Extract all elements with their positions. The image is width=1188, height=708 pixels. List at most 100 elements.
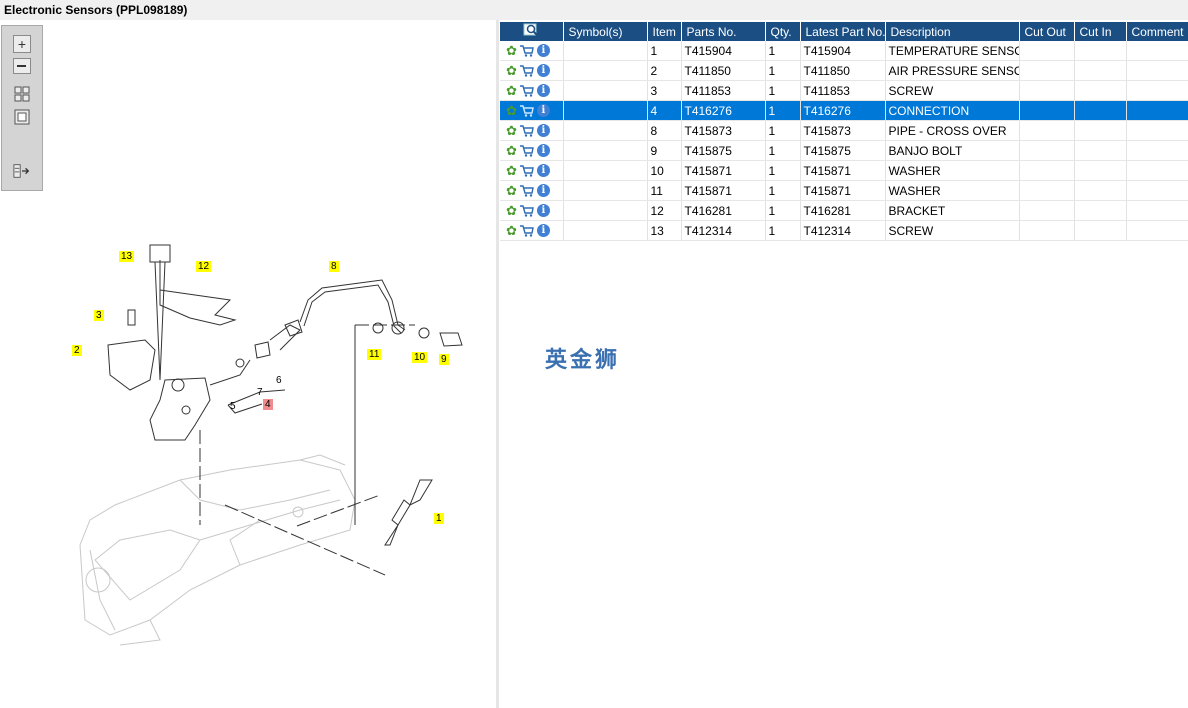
header-cut-out[interactable]: Cut Out xyxy=(1019,22,1075,41)
header-symbols[interactable]: Symbol(s) xyxy=(563,22,648,41)
row-actions: ✿ i xyxy=(500,180,564,201)
info-icon[interactable]: i xyxy=(536,224,550,237)
header-description[interactable]: Description xyxy=(885,22,1020,41)
cell-latest-part-no: T415871 xyxy=(800,180,886,201)
settings-gear-icon[interactable]: ✿ xyxy=(506,204,517,217)
header-parts-no[interactable]: Parts No. xyxy=(681,22,766,41)
callout-3[interactable]: 3 xyxy=(94,310,104,321)
cell-latest-part-no: T416281 xyxy=(800,200,886,221)
callout-11[interactable]: 11 xyxy=(367,349,382,360)
cell-symbols xyxy=(563,80,648,101)
settings-gear-icon[interactable]: ✿ xyxy=(506,64,517,77)
add-to-cart-icon[interactable] xyxy=(519,184,534,197)
cell-cut-in xyxy=(1074,120,1127,141)
header-cut-in[interactable]: Cut In xyxy=(1074,22,1127,41)
cell-item: 11 xyxy=(647,180,682,201)
table-row[interactable]: ✿ i 13 T412314 1 T412314 SCREW xyxy=(500,220,1188,241)
table-row[interactable]: ✿ i 3 T411853 1 T411853 SCREW xyxy=(500,80,1188,101)
add-to-cart-icon[interactable] xyxy=(519,64,534,77)
add-to-cart-icon[interactable] xyxy=(519,224,534,237)
table-row[interactable]: ✿ i 11 T415871 1 T415871 WASHER xyxy=(500,180,1188,201)
callout-10[interactable]: 10 xyxy=(412,352,428,363)
settings-gear-icon[interactable]: ✿ xyxy=(506,124,517,137)
cell-comment xyxy=(1126,60,1188,81)
info-icon[interactable]: i xyxy=(536,164,550,177)
info-icon[interactable]: i xyxy=(536,104,550,117)
info-icon[interactable]: i xyxy=(536,84,550,97)
table-row[interactable]: ✿ i 1 T415904 1 T415904 TEMPERATURE SENSOR xyxy=(500,41,1188,61)
settings-gear-icon[interactable]: ✿ xyxy=(506,224,517,237)
cell-cut-out xyxy=(1019,180,1075,201)
row-actions: ✿ i xyxy=(500,200,564,221)
info-icon[interactable]: i xyxy=(536,204,550,217)
diagram-pane[interactable]: + 13 12 8 3 2 11 10 9 4 1 5 6 7 xyxy=(0,20,496,708)
header-qty[interactable]: Qty. xyxy=(765,22,801,41)
cell-cut-out xyxy=(1019,100,1075,121)
info-icon[interactable]: i xyxy=(536,144,550,157)
header-item[interactable]: Item xyxy=(647,22,682,41)
settings-gear-icon[interactable]: ✿ xyxy=(506,164,517,177)
cell-cut-out xyxy=(1019,160,1075,181)
cell-latest-part-no: T411853 xyxy=(800,80,886,101)
info-icon[interactable]: i xyxy=(536,124,550,137)
row-actions: ✿ i xyxy=(500,100,564,121)
cell-cut-in xyxy=(1074,60,1127,81)
cell-comment xyxy=(1126,41,1188,61)
add-to-cart-icon[interactable] xyxy=(519,44,534,57)
settings-gear-icon[interactable]: ✿ xyxy=(506,84,517,97)
callout-2[interactable]: 2 xyxy=(72,345,82,356)
cell-symbols xyxy=(563,100,648,121)
add-to-cart-icon[interactable] xyxy=(519,124,534,137)
settings-gear-icon[interactable]: ✿ xyxy=(506,44,517,57)
cell-item: 4 xyxy=(647,100,682,121)
cell-cut-in xyxy=(1074,41,1127,61)
cell-symbols xyxy=(563,41,648,61)
callout-1[interactable]: 1 xyxy=(434,513,444,524)
cell-item: 12 xyxy=(647,200,682,221)
header-latest-part-no[interactable]: Latest Part No. xyxy=(800,22,886,41)
cell-description: SCREW xyxy=(885,80,1020,101)
cell-qty: 1 xyxy=(765,41,801,61)
add-to-cart-icon[interactable] xyxy=(519,144,534,157)
add-to-cart-icon[interactable] xyxy=(519,104,534,117)
cell-comment xyxy=(1126,80,1188,101)
header-comment[interactable]: Comment xyxy=(1126,22,1188,41)
cell-description: PIPE - CROSS OVER xyxy=(885,120,1020,141)
callout-8[interactable]: 8 xyxy=(329,261,339,272)
info-icon[interactable]: i xyxy=(536,44,550,57)
cell-parts-no: T415873 xyxy=(681,120,766,141)
cell-symbols xyxy=(563,180,648,201)
table-row[interactable]: ✿ i 2 T411850 1 T411850 AIR PRESSURE SENSOR xyxy=(500,60,1188,81)
table-row[interactable]: ✿ i 4 T416276 1 T416276 CONNECTION xyxy=(500,100,1188,121)
callout-4[interactable]: 4 xyxy=(263,399,273,410)
add-to-cart-icon[interactable] xyxy=(519,84,534,97)
cell-qty: 1 xyxy=(765,100,801,121)
cell-parts-no: T411850 xyxy=(681,60,766,81)
table-row[interactable]: ✿ i 9 T415875 1 T415875 BANJO BOLT xyxy=(500,140,1188,161)
settings-gear-icon[interactable]: ✿ xyxy=(506,184,517,197)
callout-9[interactable]: 9 xyxy=(439,354,449,365)
cell-description: BRACKET xyxy=(885,200,1020,221)
table-header-row: Symbol(s) Item Parts No. Qty. Latest Par… xyxy=(500,22,1188,41)
table-row[interactable]: ✿ i 10 T415871 1 T415871 WASHER xyxy=(500,160,1188,181)
add-to-cart-icon[interactable] xyxy=(519,204,534,217)
cell-latest-part-no: T415875 xyxy=(800,140,886,161)
info-icon[interactable]: i xyxy=(536,184,550,197)
table-row[interactable]: ✿ i 8 T415873 1 T415873 PIPE - CROSS OVER xyxy=(500,120,1188,141)
cell-qty: 1 xyxy=(765,160,801,181)
callout-12[interactable]: 12 xyxy=(196,261,212,272)
add-to-cart-icon[interactable] xyxy=(519,164,534,177)
settings-gear-icon[interactable]: ✿ xyxy=(506,144,517,157)
cell-latest-part-no: T412314 xyxy=(800,220,886,241)
info-icon[interactable]: i xyxy=(536,64,550,77)
cell-cut-in xyxy=(1074,140,1127,161)
settings-gear-icon[interactable]: ✿ xyxy=(506,104,517,117)
cell-description: WASHER xyxy=(885,160,1020,181)
callout-13[interactable]: 13 xyxy=(119,251,135,262)
row-actions: ✿ i xyxy=(500,220,564,241)
cell-cut-in xyxy=(1074,220,1127,241)
cell-item: 10 xyxy=(647,160,682,181)
header-actions[interactable] xyxy=(500,22,564,41)
cell-parts-no: T415871 xyxy=(681,160,766,181)
table-row[interactable]: ✿ i 12 T416281 1 T416281 BRACKET xyxy=(500,200,1188,221)
